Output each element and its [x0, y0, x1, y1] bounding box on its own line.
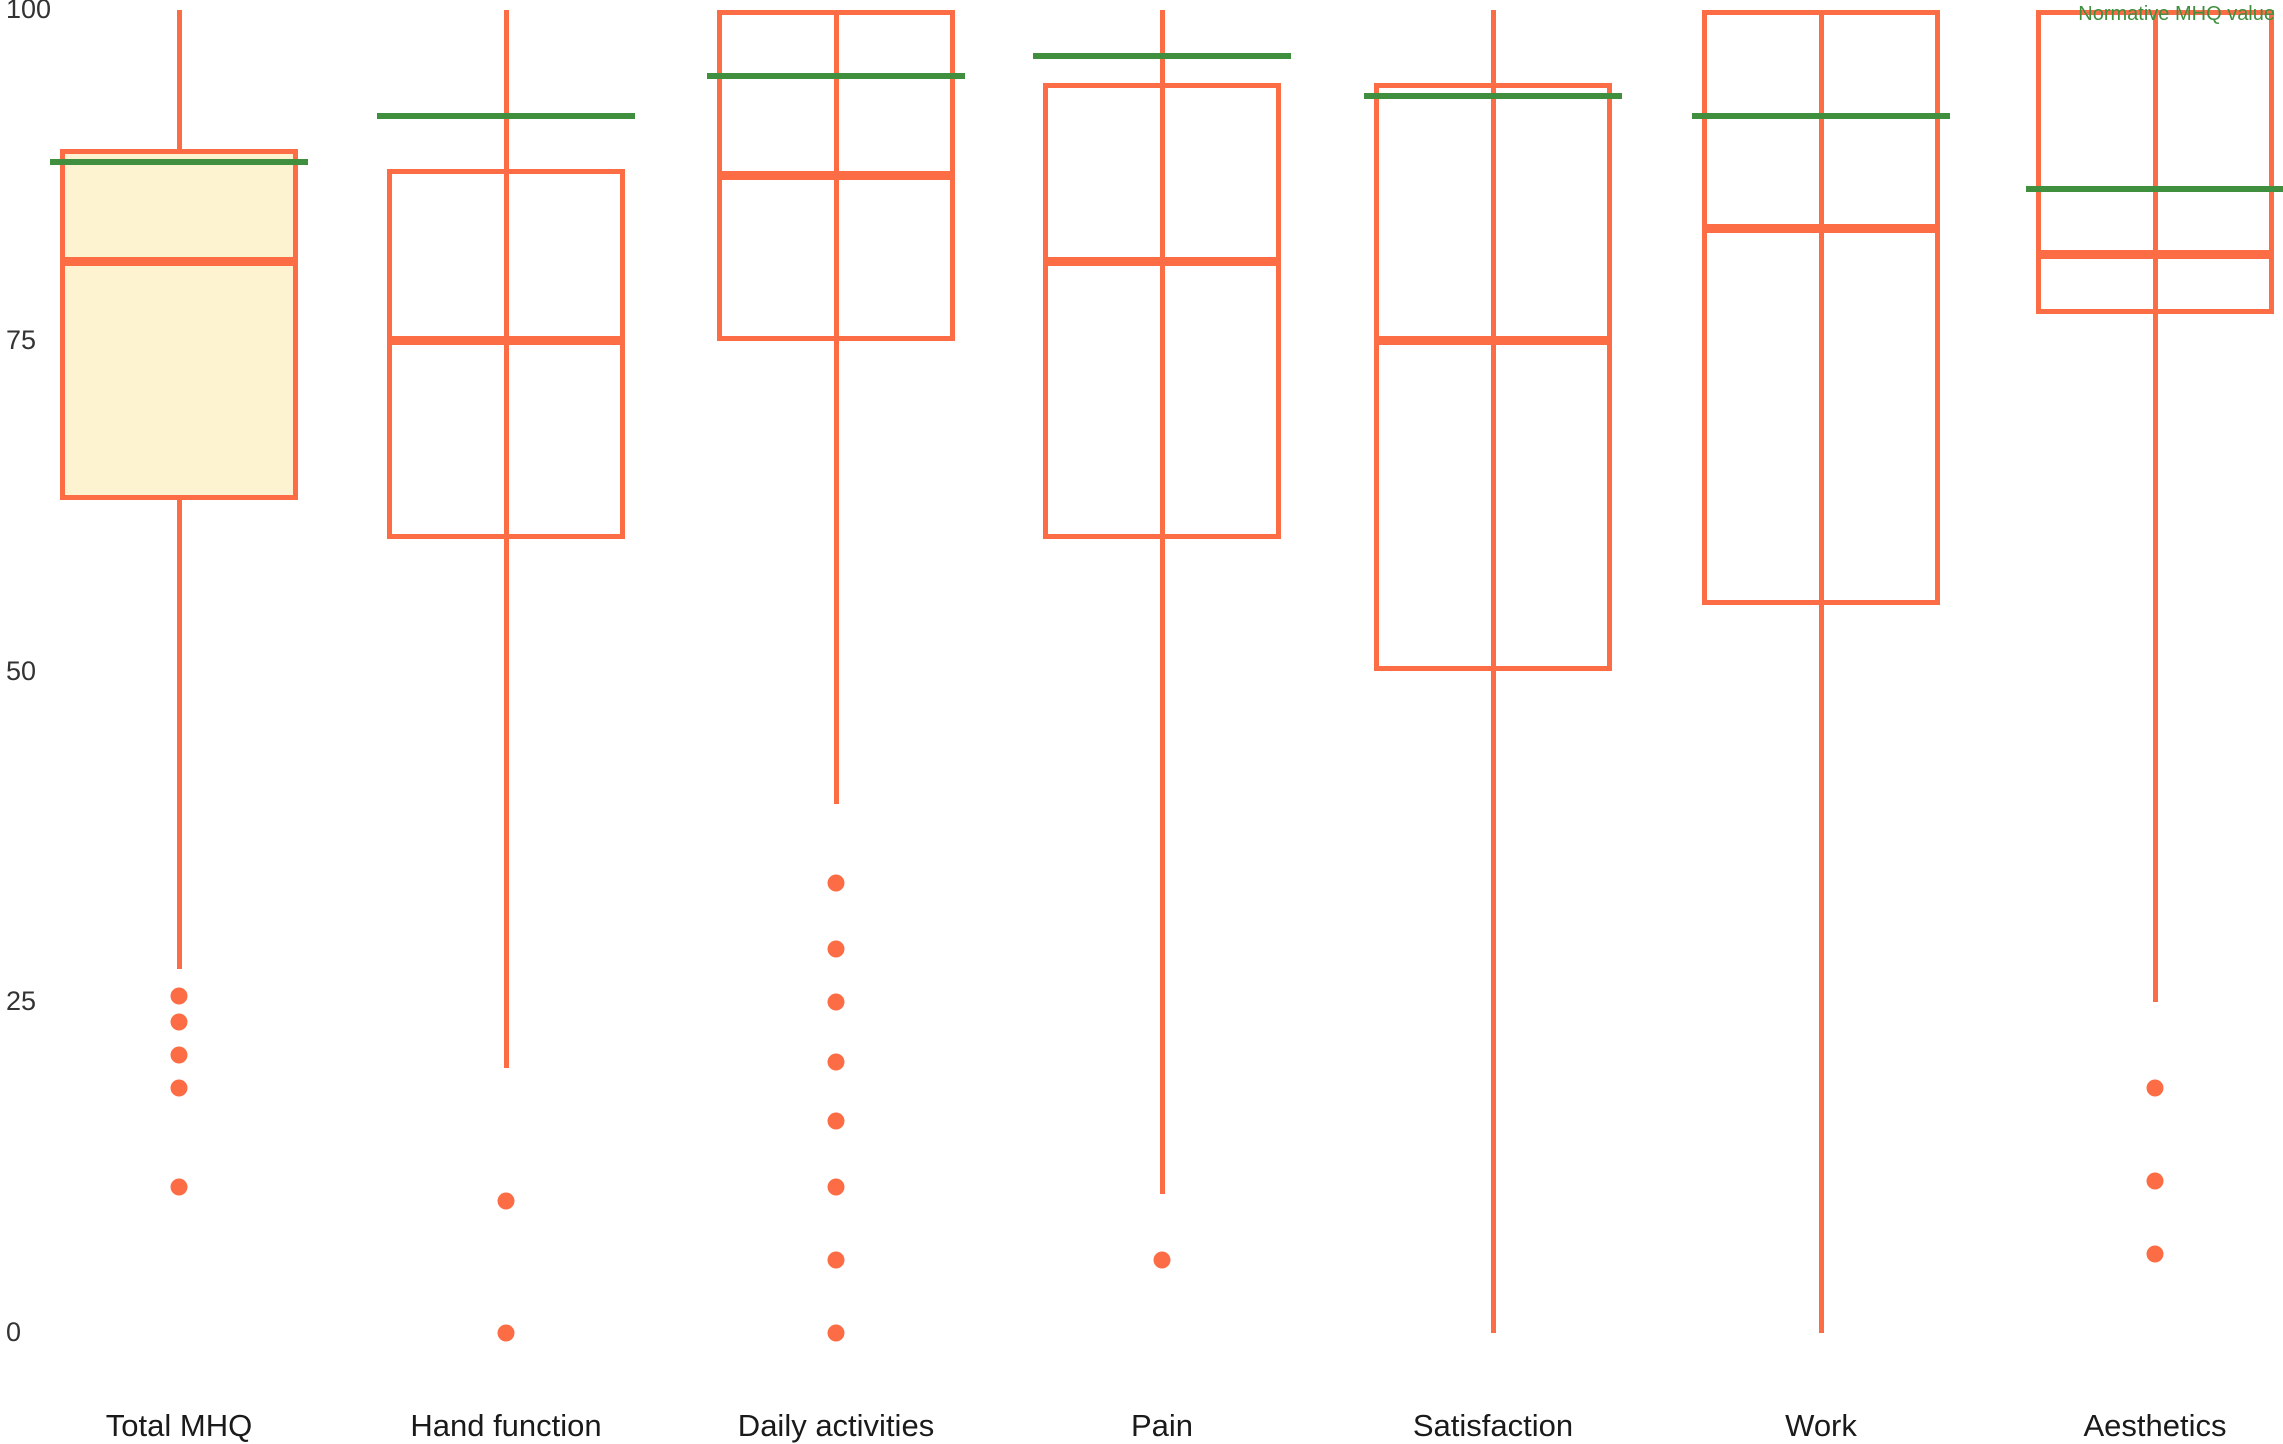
- box-iqr-rect: [1043, 82, 1281, 540]
- x-axis-tick-label: Pain: [1130, 1408, 1194, 1443]
- normative-mhq-line: [1692, 112, 1950, 119]
- box-median-line: [717, 170, 955, 180]
- box-median-line: [2036, 250, 2274, 260]
- x-axis-tick-label: Hand function: [410, 1408, 602, 1443]
- x-axis-tick-label: Daily activities: [737, 1408, 935, 1443]
- normative-mhq-line: [2026, 185, 2283, 192]
- box-iqr-rect: [1374, 82, 1612, 672]
- box-outlier-point: [827, 1324, 845, 1342]
- box-outlier-point: [827, 1178, 845, 1196]
- box-outlier-point: [827, 1053, 845, 1071]
- box-median-line: [1702, 223, 1940, 233]
- box-outlier-point: [170, 1013, 188, 1031]
- box-outlier-point: [497, 1192, 515, 1210]
- box-median-line: [1043, 256, 1281, 266]
- box-outlier-point: [497, 1324, 515, 1342]
- normative-mhq-line: [707, 73, 965, 80]
- x-axis-tick-label: Total MHQ: [105, 1408, 253, 1443]
- box-iqr-rect: [1702, 10, 1940, 606]
- normative-mhq-line: [1364, 92, 1622, 99]
- x-axis-tick-label: Aesthetics: [2083, 1408, 2227, 1443]
- box-iqr-rect: [60, 148, 298, 500]
- box-median-line: [60, 256, 298, 266]
- y-axis-tick-label: 25: [6, 986, 37, 1017]
- box-outlier-point: [827, 993, 845, 1011]
- y-axis-tick-label: 100: [6, 0, 52, 24]
- box-outlier-point: [827, 874, 845, 892]
- box-outlier-point: [170, 1079, 188, 1097]
- boxplot-plot-area: 0 25 50 75 100 Total MHQ Hand function Daily ac…: [0, 0, 2283, 1444]
- box-outlier-point: [1153, 1251, 1171, 1269]
- box-median-line: [387, 336, 625, 346]
- box-iqr-rect: [387, 168, 625, 540]
- y-axis-tick-label: 75: [6, 324, 37, 355]
- y-axis-tick-label: 50: [6, 655, 37, 686]
- chart-root: 0 25 50 75 100 Total MHQ Hand function Daily ac…: [0, 0, 2283, 1444]
- box-outlier-point: [170, 987, 188, 1005]
- box-outlier-point: [2146, 1245, 2164, 1263]
- normative-mhq-line: [50, 159, 308, 166]
- y-axis-tick-label: 0: [6, 1317, 22, 1347]
- x-axis-tick-label: Satisfaction: [1412, 1408, 1574, 1443]
- box-outlier-point: [827, 940, 845, 958]
- box-outlier-point: [2146, 1172, 2164, 1190]
- legend-normative-mhq-value: Normative MHQ value: [2078, 3, 2275, 25]
- normative-mhq-line: [1033, 53, 1291, 60]
- x-axis-tick-label: Work: [1785, 1408, 1857, 1443]
- box-outlier-point: [2146, 1079, 2164, 1097]
- box-outlier-point: [827, 1251, 845, 1269]
- box-outlier-point: [827, 1112, 845, 1130]
- box-median-line: [1374, 336, 1612, 346]
- box-outlier-point: [170, 1178, 188, 1196]
- normative-mhq-line: [377, 112, 635, 119]
- box-iqr-rect: [2036, 10, 2274, 315]
- box-outlier-point: [170, 1046, 188, 1064]
